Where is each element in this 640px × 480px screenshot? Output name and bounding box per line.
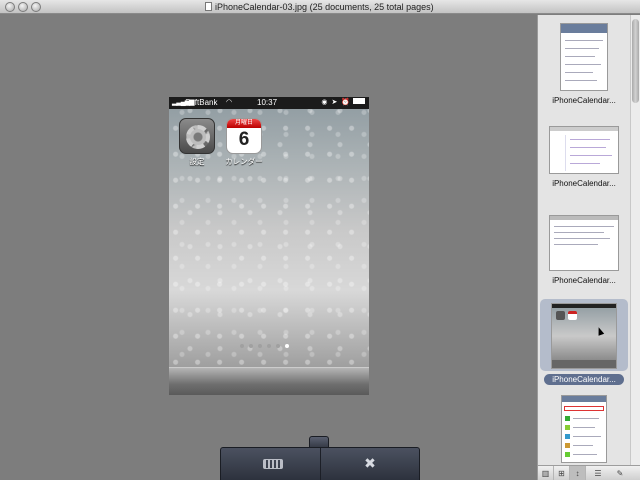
thumbnail-selection [540, 299, 628, 371]
title-bar: iPhoneCalendar-03.jpg (25 documents, 25 … [0, 0, 640, 14]
list-icon[interactable]: ☰ [590, 466, 606, 480]
thumbnail-label: iPhoneCalendar... [552, 96, 616, 105]
iphone-screenshot: ▂▃▄▅▆ SoftBank ◠ 10:37 ◉ ➤ ⏰ 設定 月曜日 6 カレ… [169, 97, 369, 395]
wifi-icon: ◠ [226, 99, 233, 106]
thumbnail-sidebar: iPhoneCalendar... iPhoneCalendar... iPho… [537, 15, 640, 480]
settings-gear-icon [179, 118, 215, 154]
document-icon [205, 2, 212, 11]
sort-icon[interactable]: ↕ [570, 466, 586, 480]
app-calendar[interactable]: 月曜日 6 カレンダー [225, 118, 263, 167]
keyboard-button[interactable] [253, 452, 293, 474]
phone-time: 10:37 [257, 98, 278, 107]
calendar-day: 6 [238, 129, 250, 150]
thumbnail-label: iPhoneCalendar... [544, 374, 624, 385]
page-dot [240, 344, 244, 348]
sidebar-scrollbar[interactable] [630, 15, 640, 465]
hud-divider [320, 448, 321, 480]
thumbnail-image [560, 23, 608, 91]
thumbnail-image [549, 215, 619, 271]
thumbnail-label: iPhoneCalendar... [552, 276, 616, 285]
calendar-icon: 月曜日 6 [226, 118, 262, 154]
zoom-button[interactable] [31, 2, 41, 12]
thumbnail-item[interactable] [540, 395, 628, 468]
thumbnail-item[interactable]: iPhoneCalendar... [540, 215, 628, 285]
scrollbar-thumb[interactable] [632, 19, 639, 103]
hud-handle[interactable] [309, 436, 329, 447]
thumbnail-label: iPhoneCalendar... [552, 179, 616, 188]
page-indicator [240, 335, 294, 348]
thumbnail-image [561, 395, 607, 463]
thumbnail-item[interactable]: iPhoneCalendar... [540, 23, 628, 105]
grid-view-icon[interactable]: ⊞ [554, 466, 570, 480]
hud-toolbar: ✖ [220, 447, 420, 480]
minimize-button[interactable] [18, 2, 28, 12]
tools-icon: ✖ [364, 455, 376, 471]
battery-icon [353, 98, 365, 104]
phone-status-bar: ▂▃▄▅▆ SoftBank ◠ 10:37 ◉ ➤ ⏰ [169, 97, 369, 109]
app-label-calendar: カレンダー [225, 157, 263, 166]
app-label-settings: 設定 [189, 157, 205, 166]
page-dot [267, 344, 271, 348]
list-view-icon[interactable]: ▥ [538, 466, 554, 480]
keyboard-icon [263, 459, 283, 470]
status-icons: ◉ ➤ ⏰ [321, 97, 365, 109]
carrier-label: SoftBank [185, 98, 218, 107]
sidebar-footer: ▥ ⊞ ↕ ☰ ✎ [538, 465, 640, 480]
app-settings[interactable]: 設定 [178, 118, 216, 167]
phone-dock [169, 367, 369, 395]
page-dot [258, 344, 262, 348]
page-dot-active [285, 344, 289, 348]
thumbnail-image [551, 303, 617, 369]
thumbnail-item-selected[interactable]: iPhoneCalendar... [540, 299, 628, 385]
thumbnail-item[interactable]: iPhoneCalendar... [540, 126, 628, 188]
pencil-icon[interactable]: ✎ [612, 466, 628, 480]
mouse-cursor-icon [595, 326, 605, 336]
window-title: iPhoneCalendar-03.jpg (25 documents, 25 … [205, 0, 434, 14]
tools-button[interactable]: ✖ [350, 452, 390, 474]
thumbnail-image [549, 126, 619, 174]
page-dot [249, 344, 253, 348]
calendar-weekday: 月曜日 [227, 119, 261, 128]
page-dot [276, 344, 280, 348]
close-button[interactable] [5, 2, 15, 12]
